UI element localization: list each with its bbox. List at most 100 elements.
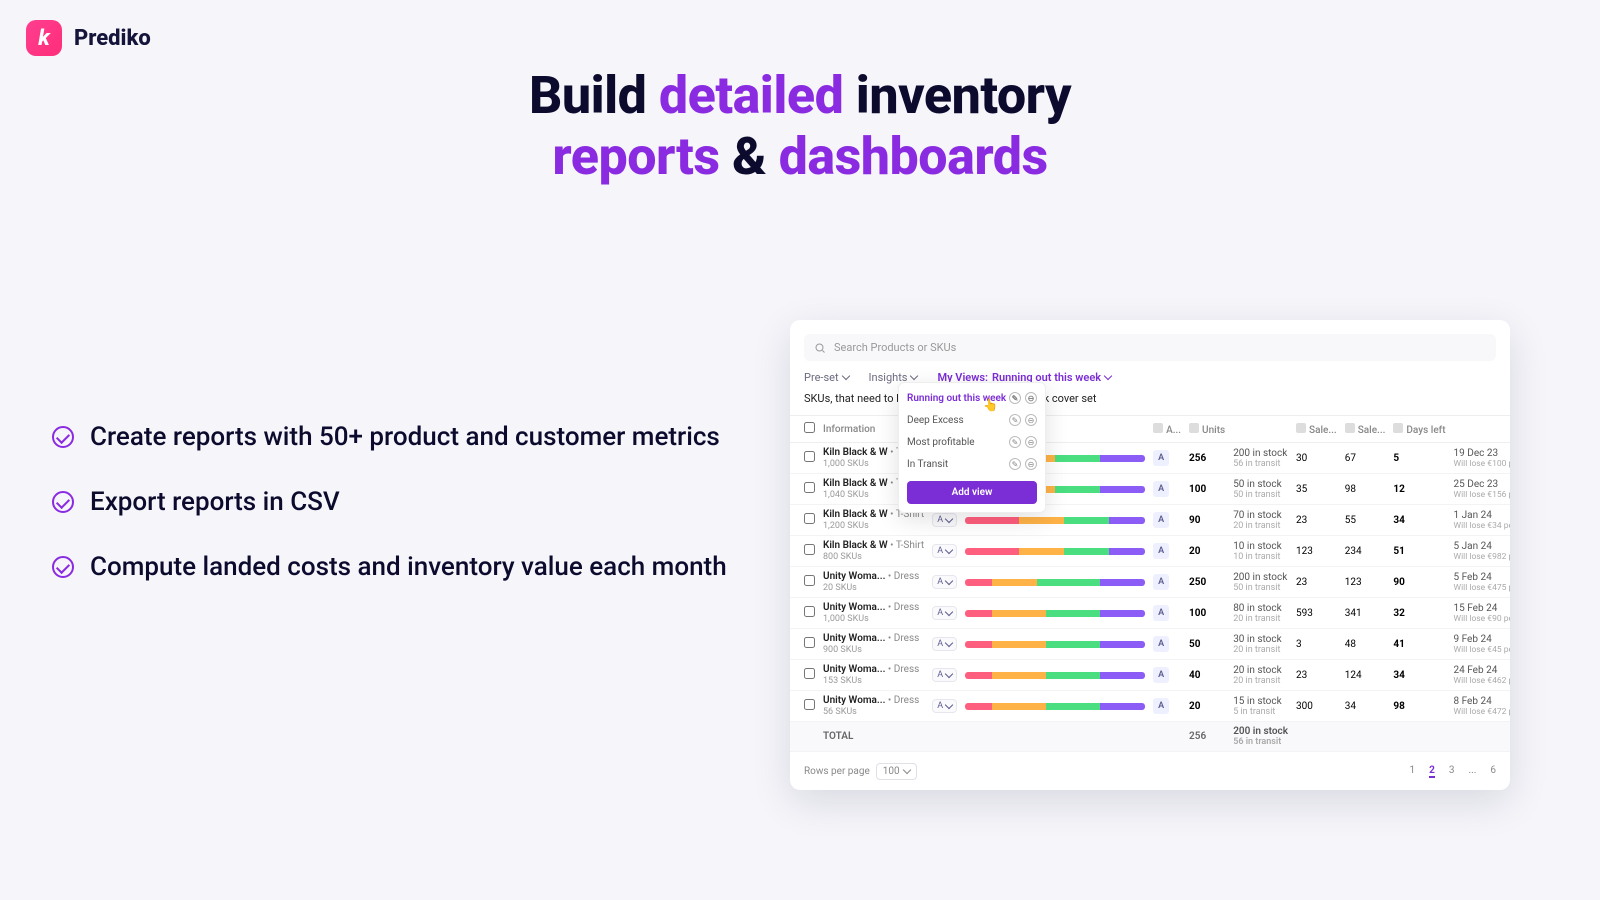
daysleft-cell: 51	[1389, 536, 1449, 567]
bullet-text: Create reports with 50+ product and cust…	[90, 420, 720, 455]
select-all-checkbox[interactable]	[804, 422, 815, 433]
date-cell: 9 Feb 24Will lose €45 per day	[1450, 629, 1510, 660]
brand-name: Prediko	[74, 26, 151, 51]
edit-icon[interactable]: ✎	[1009, 414, 1021, 426]
units-cell: 50	[1185, 629, 1229, 660]
product-info: Unity Woma... • Dress20 SKUs	[819, 567, 928, 598]
product-info: Unity Woma... • Dress1,000 SKUs	[819, 598, 928, 629]
sale2-cell: 124	[1341, 660, 1390, 691]
grade-select[interactable]: A	[932, 637, 957, 651]
row-checkbox[interactable]	[804, 451, 815, 462]
add-view-button[interactable]: Add view	[907, 481, 1037, 504]
row-checkbox[interactable]	[804, 482, 815, 493]
sale2-cell: 48	[1341, 629, 1390, 660]
search-placeholder: Search Products or SKUs	[834, 341, 956, 354]
stock-bar	[965, 672, 1145, 679]
product-info: Unity Woma... • Dress56 SKUs	[819, 691, 928, 722]
daysleft-cell: 12	[1389, 474, 1449, 505]
date-cell: 8 Feb 24Will lose €472 per day	[1450, 691, 1510, 722]
remove-icon[interactable]: ⊖	[1025, 458, 1037, 470]
grade-badge: A	[1153, 574, 1169, 590]
total-stock: 200 in stock56 in transit	[1229, 722, 1292, 752]
bullet-1: Create reports with 50+ product and cust…	[52, 420, 732, 455]
product-info: Unity Woma... • Dress153 SKUs	[819, 660, 928, 691]
grade-badge: A	[1153, 450, 1169, 466]
chevron-down-icon	[902, 766, 910, 774]
page-2[interactable]: 2	[1429, 765, 1435, 778]
table-row: Unity Woma... • Dress153 SKUs A A 40 20 …	[790, 660, 1510, 691]
units-cell: 100	[1185, 598, 1229, 629]
sale1-cell: 30	[1292, 443, 1341, 474]
grade-select[interactable]: A	[932, 575, 957, 589]
date-cell: 19 Dec 23Will lose €100 per day	[1450, 443, 1510, 474]
row-checkbox[interactable]	[804, 513, 815, 524]
total-label: TOTAL	[819, 722, 1185, 752]
bullet-text: Export reports in CSV	[90, 485, 340, 520]
rows-per-page-select[interactable]: 100	[876, 763, 917, 780]
col-a[interactable]: A...	[1149, 416, 1185, 443]
search-icon	[814, 342, 826, 354]
check-icon	[52, 426, 74, 448]
row-checkbox[interactable]	[804, 606, 815, 617]
page-3[interactable]: 3	[1449, 765, 1455, 778]
units-cell: 100	[1185, 474, 1229, 505]
search-input[interactable]: Search Products or SKUs	[804, 334, 1496, 361]
units-cell: 256	[1185, 443, 1229, 474]
grade-badge: A	[1153, 543, 1169, 559]
sale2-cell: 67	[1341, 443, 1390, 474]
grade-badge: A	[1153, 481, 1169, 497]
grade-badge: A	[1153, 636, 1169, 652]
daysleft-cell: 98	[1389, 691, 1449, 722]
row-checkbox[interactable]	[804, 637, 815, 648]
col-sale2[interactable]: Sale...	[1341, 416, 1390, 443]
stock-bar	[965, 641, 1145, 648]
sale2-cell: 234	[1341, 536, 1390, 567]
date-cell: 5 Feb 24Will lose €475 per day	[1450, 567, 1510, 598]
stock-cell: 20 in stock20 in transit	[1229, 660, 1292, 691]
row-checkbox[interactable]	[804, 668, 815, 679]
chevron-down-icon	[841, 372, 849, 380]
date-cell: 25 Dec 23Will lose €156 per day	[1450, 474, 1510, 505]
grade-select[interactable]: A	[932, 513, 957, 527]
view-item-running-out[interactable]: Running out this week✎⊖	[899, 387, 1045, 409]
grade-select[interactable]: A	[932, 544, 957, 558]
units-cell: 20	[1185, 536, 1229, 567]
row-checkbox[interactable]	[804, 544, 815, 555]
bullet-3: Compute landed costs and inventory value…	[52, 550, 732, 585]
table-row: Unity Woma... • Dress1,000 SKUs A A 100 …	[790, 598, 1510, 629]
view-item-deep-excess[interactable]: Deep Excess✎⊖	[899, 409, 1045, 431]
col-daysleft[interactable]: Days left	[1389, 416, 1449, 443]
view-item-in-transit[interactable]: In Transit✎⊖	[899, 453, 1045, 475]
pagination: 1 2 3 ... 6	[1409, 765, 1496, 778]
units-cell: 90	[1185, 505, 1229, 536]
remove-icon[interactable]: ⊖	[1025, 392, 1037, 404]
table-row: Unity Woma... • Dress20 SKUs A A 250 200…	[790, 567, 1510, 598]
grade-select[interactable]: A	[932, 606, 957, 620]
sale2-cell: 341	[1341, 598, 1390, 629]
daysleft-cell: 90	[1389, 567, 1449, 598]
sale2-cell: 34	[1341, 691, 1390, 722]
stock-cell: 50 in stock50 in transit	[1229, 474, 1292, 505]
page-1[interactable]: 1	[1409, 765, 1415, 778]
view-item-most-profitable[interactable]: Most profitable✎⊖	[899, 431, 1045, 453]
col-units[interactable]: Units	[1185, 416, 1229, 443]
remove-icon[interactable]: ⊖	[1025, 414, 1037, 426]
stock-bar	[965, 579, 1145, 586]
edit-icon[interactable]: ✎	[1009, 458, 1021, 470]
col-sale1[interactable]: Sale...	[1292, 416, 1341, 443]
preset-dropdown[interactable]: Pre-set	[804, 371, 849, 384]
page-6[interactable]: 6	[1490, 765, 1496, 778]
row-checkbox[interactable]	[804, 575, 815, 586]
sale2-cell: 98	[1341, 474, 1390, 505]
edit-icon[interactable]: ✎	[1009, 392, 1021, 404]
table-row: Unity Woma... • Dress900 SKUs A A 50 30 …	[790, 629, 1510, 660]
grade-badge: A	[1153, 512, 1169, 528]
grade-select[interactable]: A	[932, 699, 957, 713]
remove-icon[interactable]: ⊖	[1025, 436, 1037, 448]
grade-select[interactable]: A	[932, 668, 957, 682]
edit-icon[interactable]: ✎	[1009, 436, 1021, 448]
views-popover: Running out this week✎⊖ Deep Excess✎⊖ Mo…	[898, 382, 1046, 513]
sale2-cell: 123	[1341, 567, 1390, 598]
row-checkbox[interactable]	[804, 699, 815, 710]
chevron-down-icon	[1104, 372, 1112, 380]
